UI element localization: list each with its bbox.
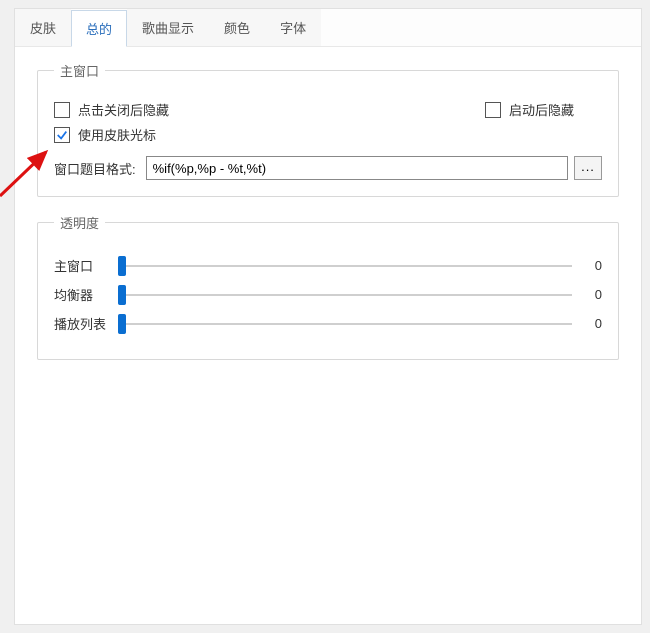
use-skin-cursor-label[interactable]: 使用皮肤光标 bbox=[78, 125, 156, 144]
slider-equalizer[interactable] bbox=[118, 287, 572, 303]
title-format-label: 窗口题目格式: bbox=[54, 159, 136, 178]
slider-thumb-icon bbox=[118, 256, 126, 276]
slider-main-window-label: 主窗口 bbox=[54, 256, 118, 275]
settings-panel: 皮肤 总的 歌曲显示 颜色 字体 主窗口 点击关闭后隐藏 启动后隐藏 bbox=[14, 8, 642, 625]
slider-equalizer-label: 均衡器 bbox=[54, 285, 118, 304]
slider-thumb-icon bbox=[118, 285, 126, 305]
tab-bar: 皮肤 总的 歌曲显示 颜色 字体 bbox=[15, 9, 641, 47]
main-window-group: 主窗口 点击关闭后隐藏 启动后隐藏 bbox=[37, 61, 619, 197]
tab-font[interactable]: 字体 bbox=[265, 9, 321, 46]
slider-playlist-value: 0 bbox=[582, 316, 602, 331]
slider-playlist[interactable] bbox=[118, 316, 572, 332]
tab-general[interactable]: 总的 bbox=[71, 10, 127, 47]
slider-main-window[interactable] bbox=[118, 258, 572, 274]
title-format-input[interactable] bbox=[146, 156, 568, 180]
tab-song-display[interactable]: 歌曲显示 bbox=[127, 9, 209, 46]
transparency-group: 透明度 主窗口 0 均衡器 0 播放列表 bbox=[37, 213, 619, 360]
slider-main-window-value: 0 bbox=[582, 258, 602, 273]
transparency-legend: 透明度 bbox=[54, 213, 105, 232]
hide-after-launch-checkbox[interactable] bbox=[485, 102, 501, 118]
tab-color[interactable]: 颜色 bbox=[209, 9, 265, 46]
main-window-legend: 主窗口 bbox=[54, 61, 105, 80]
tab-skin[interactable]: 皮肤 bbox=[15, 9, 71, 46]
hide-after-launch-label[interactable]: 启动后隐藏 bbox=[509, 100, 574, 119]
title-format-browse-button[interactable]: ... bbox=[574, 156, 602, 180]
tab-content: 主窗口 点击关闭后隐藏 启动后隐藏 bbox=[15, 47, 641, 396]
use-skin-cursor-checkbox[interactable] bbox=[54, 127, 70, 143]
slider-playlist-label: 播放列表 bbox=[54, 314, 118, 333]
hide-on-close-checkbox[interactable] bbox=[54, 102, 70, 118]
hide-on-close-label[interactable]: 点击关闭后隐藏 bbox=[78, 100, 169, 119]
slider-equalizer-value: 0 bbox=[582, 287, 602, 302]
slider-thumb-icon bbox=[118, 314, 126, 334]
